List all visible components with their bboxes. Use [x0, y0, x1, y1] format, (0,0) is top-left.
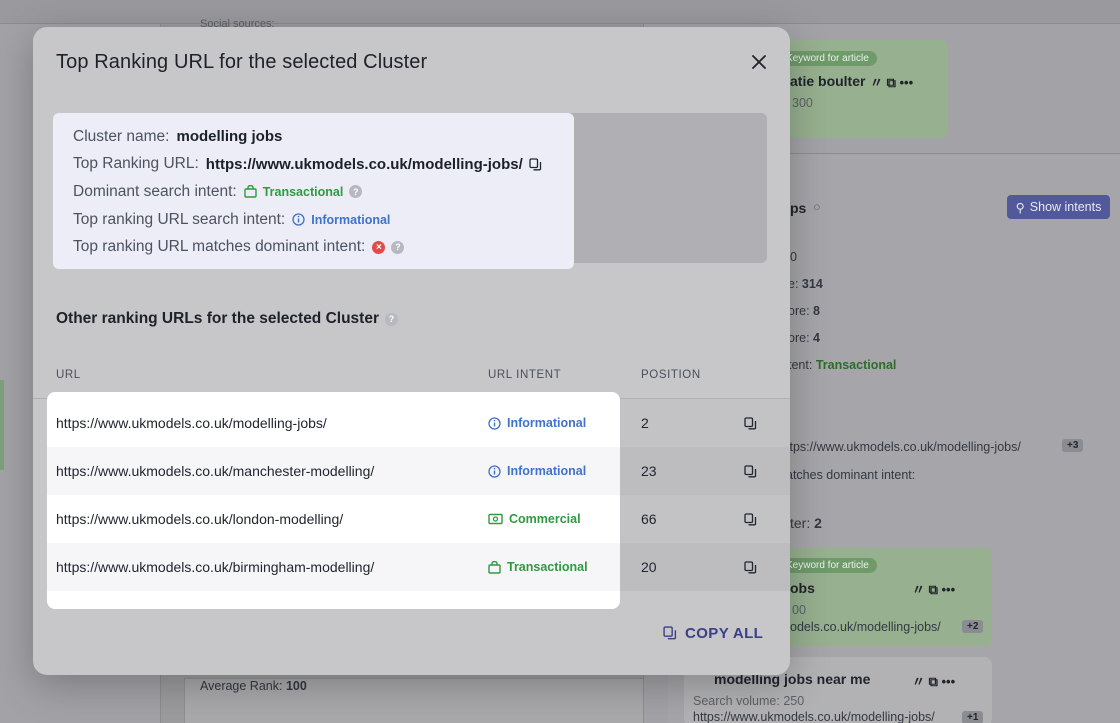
matches-intent-row: Top ranking URL matches dominant intent:…: [73, 233, 554, 261]
background-card3-url: https://www.ukmodels.co.uk/modelling-job…: [693, 710, 935, 723]
row-intent: Informational: [488, 399, 586, 447]
dominant-intent-label: Dominant search intent:: [73, 182, 237, 200]
top-url-label: Top Ranking URL:: [73, 155, 199, 173]
background-cluster-row: ter: 2: [790, 515, 822, 531]
dominant-intent-row: Dominant search intent: Transactional ?: [73, 178, 554, 206]
background-card2-url: odels.co.uk/modelling-jobs/: [790, 620, 941, 634]
dominant-intent-badge: Transactional: [244, 185, 343, 199]
row-copy-button[interactable]: [744, 399, 757, 447]
close-button[interactable]: [748, 51, 770, 73]
background-average-rank: Average Rank: 100: [200, 679, 307, 693]
error-x-icon: ×: [372, 240, 386, 254]
banknote-icon: [488, 513, 503, 525]
cluster-name-row: Cluster name: modelling jobs: [73, 123, 554, 151]
other-urls-heading: Other ranking URLs for the selected Clus…: [56, 310, 398, 328]
row-url: https://www.ukmodels.co.uk/manchester-mo…: [56, 463, 375, 479]
row-intent: Transactional: [488, 543, 588, 591]
row-url: https://www.ukmodels.co.uk/birmingham-mo…: [56, 559, 375, 575]
background-stat2: e: 314: [788, 277, 823, 291]
row-position: 20: [641, 559, 657, 575]
help-icon[interactable]: ?: [391, 240, 405, 254]
row-position: 2: [641, 415, 649, 431]
top-url-row: Top Ranking URL: https://www.ukmodels.co…: [73, 151, 554, 179]
row-intent: Informational: [488, 447, 586, 495]
row-copy-button[interactable]: [744, 543, 757, 591]
top-url-value: https://www.ukmodels.co.uk/modelling-job…: [205, 155, 523, 173]
info-circle-icon: [488, 464, 501, 478]
help-icon[interactable]: ?: [385, 312, 398, 326]
background-stat1: 0: [790, 250, 797, 264]
row-position: 66: [641, 511, 657, 527]
copy-icon[interactable]: [529, 158, 542, 171]
background-card2-actions[interactable]: 〃 ⧉ •••: [912, 579, 955, 598]
top-ranking-url-modal: Top Ranking URL for the selected Cluster…: [33, 27, 790, 675]
background-show-intents-button[interactable]: ⚲ Show intents: [1007, 195, 1110, 219]
background-stat3: ore: 8: [788, 304, 820, 318]
background-section-heading: ps: [790, 200, 807, 216]
copy-icon: [744, 416, 757, 429]
row-intent: Commercial: [488, 495, 581, 543]
cluster-summary: Cluster name: modelling jobs Top Ranking…: [53, 113, 574, 269]
background-url-row: ttps://www.ukmodels.co.uk/modelling-jobs…: [786, 440, 1021, 454]
background-card1-actions[interactable]: 〃 ⧉ •••: [870, 72, 913, 91]
background-url-count[interactable]: +3: [1062, 439, 1084, 452]
cluster-name-label: Cluster name:: [73, 127, 170, 145]
background-card1-keyword: atie boulter: [790, 73, 866, 89]
background-intent-row: tent: Transactional: [788, 358, 897, 372]
background-keyword-badge-1: Keyword for article: [778, 51, 877, 66]
column-header-position: POSITION: [641, 369, 701, 381]
cluster-name-value: modelling jobs: [176, 128, 283, 146]
row-position: 23: [641, 463, 657, 479]
shopping-bag-icon: [244, 185, 257, 199]
background-card3-volume: Search volume: 250: [693, 694, 805, 708]
background-topbar: [0, 0, 1120, 24]
table-row: https://www.ukmodels.co.uk/manchester-mo…: [33, 447, 790, 495]
close-icon: [752, 55, 766, 69]
shopping-bag-icon: [488, 560, 501, 574]
column-header-url-intent: URL INTENT: [488, 369, 562, 381]
background-search-icon[interactable]: ○: [813, 200, 821, 214]
row-url: https://www.ukmodels.co.uk/london-modell…: [56, 511, 344, 527]
top-url-intent-row: Top ranking URL search intent: Informati…: [73, 206, 554, 234]
table-row: https://www.ukmodels.co.uk/london-modell…: [33, 495, 790, 543]
copy-icon: [744, 560, 757, 573]
background-stat4: ore: 4: [788, 331, 820, 345]
info-circle-icon: [292, 213, 305, 226]
copy-icon: [744, 512, 757, 525]
copy-all-button[interactable]: COPY ALL: [663, 620, 763, 646]
background-keyword-badge-2: Keyword for article: [778, 558, 877, 573]
table-row: https://www.ukmodels.co.uk/modelling-job…: [33, 399, 790, 447]
row-copy-button[interactable]: [744, 447, 757, 495]
background-card1-volume: 300: [792, 96, 813, 110]
background-matches-row: atches dominant intent:: [786, 468, 916, 482]
row-url: https://www.ukmodels.co.uk/modelling-job…: [56, 415, 327, 431]
top-url-intent-label: Top ranking URL search intent:: [73, 210, 286, 228]
background-card3-count[interactable]: +1: [962, 711, 984, 723]
matches-intent-label: Top ranking URL matches dominant intent:: [73, 238, 366, 256]
help-icon[interactable]: ?: [349, 185, 363, 199]
info-circle-icon: [488, 416, 501, 430]
row-copy-button[interactable]: [744, 495, 757, 543]
top-url-intent-badge: Informational: [292, 213, 390, 227]
modal-title: Top Ranking URL for the selected Cluster: [56, 51, 428, 73]
background-card2-keyword: obs: [790, 580, 815, 596]
background-card2-volume: 00: [792, 603, 806, 617]
background-card2-count[interactable]: +2: [962, 620, 984, 633]
table-row: https://www.ukmodels.co.uk/birmingham-mo…: [33, 543, 790, 591]
background-card3-actions[interactable]: 〃 ⧉ •••: [912, 671, 955, 690]
background-left-strip: [0, 380, 4, 470]
copy-icon: [663, 626, 677, 640]
search-icon: ⚲: [1015, 200, 1025, 215]
copy-icon: [744, 464, 757, 477]
column-header-url: URL: [56, 369, 81, 381]
